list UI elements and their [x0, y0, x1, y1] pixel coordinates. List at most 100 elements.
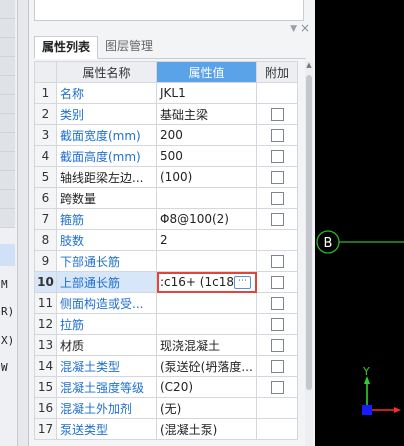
property-row[interactable]: 6 跨数量 [34, 187, 298, 209]
property-row[interactable]: 2 类别 基础主梁 [34, 103, 298, 125]
attach-column-header[interactable]: 附加 [256, 61, 298, 83]
strip-button[interactable] [0, 171, 15, 190]
property-value-text: 200 [160, 128, 183, 142]
strip-button[interactable] [0, 76, 15, 95]
vertical-scrollbar[interactable]: ▲ [305, 61, 313, 446]
property-value-text: Φ8@100(2) [160, 212, 229, 226]
attach-checkbox[interactable] [270, 213, 284, 226]
property-row[interactable]: 11 侧面构造或受... [34, 292, 298, 314]
property-name[interactable]: 下部通长筋 [56, 250, 157, 272]
property-row[interactable]: 5 轴线距梁左边... (100) [34, 166, 298, 188]
strip-button[interactable] [0, 95, 15, 114]
property-name-column-header[interactable]: 属性名称 [56, 61, 157, 83]
property-name[interactable]: 混凝土强度等级 [56, 376, 157, 398]
attach-checkbox[interactable] [270, 150, 284, 163]
property-value[interactable] [156, 313, 257, 335]
tab-property-list[interactable]: 属性列表 [34, 36, 99, 59]
attach-checkbox[interactable] [270, 255, 284, 268]
property-value[interactable]: 2 [156, 229, 257, 251]
property-name[interactable]: 侧面构造或受... [56, 292, 157, 314]
property-name[interactable]: 截面宽度(mm) [56, 124, 157, 146]
property-value[interactable]: (100) [156, 166, 257, 188]
strip-button[interactable] [0, 152, 15, 171]
property-name[interactable]: 轴线距梁左边... [56, 166, 157, 188]
row-index: 17 [34, 418, 57, 440]
property-value-column-header[interactable]: 属性值 [156, 61, 257, 83]
property-name[interactable]: 箍筋 [56, 208, 157, 230]
attach-checkbox[interactable] [270, 192, 284, 205]
strip-button[interactable] [0, 57, 15, 76]
property-row[interactable]: 15 混凝土强度等级 (C20) [34, 376, 298, 398]
property-name[interactable]: 截面高度(mm) [56, 145, 157, 167]
property-name[interactable]: 拉筋 [56, 313, 157, 335]
property-name[interactable]: 混凝土外加剂 [56, 397, 157, 419]
property-value[interactable]: (泵送砼(坍落度... [156, 355, 257, 377]
property-row[interactable]: 4 截面高度(mm) 500 [34, 145, 298, 167]
property-value-editor[interactable]: :c16+ (1c18 ⋯ [156, 271, 257, 293]
row-index: 16 [34, 397, 57, 419]
property-row[interactable]: 17 泵送类型 (混凝土泵) [34, 418, 298, 440]
row-index: 5 [34, 166, 57, 188]
property-row[interactable]: 3 截面宽度(mm) 200 [34, 124, 298, 146]
property-value[interactable]: 200 [156, 124, 257, 146]
attach-cell [256, 124, 298, 146]
property-value[interactable] [156, 292, 257, 314]
attach-cell [256, 229, 298, 251]
attach-checkbox[interactable] [270, 381, 284, 394]
property-value[interactable]: (无) [156, 397, 257, 419]
property-row[interactable]: 12 拉筋 [34, 313, 298, 335]
property-name[interactable]: 上部通长筋 [56, 271, 157, 293]
scrollbar-thumb[interactable] [306, 75, 312, 390]
property-row[interactable]: 16 混凝土外加剂 (无) [34, 397, 298, 419]
attach-checkbox[interactable] [270, 339, 284, 352]
property-value[interactable]: Φ8@100(2) [156, 208, 257, 230]
property-value[interactable]: (C20) [156, 376, 257, 398]
row-index: 8 [34, 229, 57, 251]
attach-checkbox[interactable] [270, 318, 284, 331]
strip-button[interactable] [0, 190, 15, 209]
property-row[interactable]: 9 下部通长筋 [34, 250, 298, 272]
property-name[interactable]: 名称 [56, 82, 157, 104]
ellipsis-button[interactable]: ⋯ [234, 276, 251, 289]
drawing-canvas[interactable]: B Y [315, 0, 404, 446]
attach-checkbox[interactable] [270, 129, 284, 142]
y-axis-label: Y [362, 365, 370, 378]
strip-button[interactable] [0, 114, 15, 133]
strip-selected-item[interactable] [0, 244, 15, 266]
attach-cell [256, 187, 298, 209]
property-row[interactable]: 14 混凝土类型 (泵送砼(坍落度... [34, 355, 298, 377]
property-name[interactable]: 混凝土类型 [56, 355, 157, 377]
strip-button[interactable] [0, 209, 15, 228]
tab-layer-management[interactable]: 图层管理 [98, 36, 160, 57]
property-name[interactable]: 类别 [56, 103, 157, 125]
property-row[interactable]: 7 箍筋 Φ8@100(2) [34, 208, 298, 230]
property-value[interactable]: (混凝土泵) [156, 418, 257, 440]
property-value[interactable]: JKL1 [156, 82, 257, 104]
property-name[interactable]: 泵送类型 [56, 418, 157, 440]
property-value[interactable] [156, 187, 257, 209]
property-value[interactable]: 500 [156, 145, 257, 167]
property-name[interactable]: 肢数 [56, 229, 157, 251]
strip-button[interactable] [0, 38, 15, 57]
strip-button[interactable] [0, 133, 15, 152]
close-icon[interactable]: × [300, 21, 310, 35]
row-index: 2 [34, 103, 57, 125]
property-row[interactable]: 8 肢数 2 [34, 229, 298, 251]
property-name[interactable]: 材质 [56, 334, 157, 356]
attach-checkbox[interactable] [270, 360, 284, 373]
property-name[interactable]: 跨数量 [56, 187, 157, 209]
pin-icon[interactable]: ▼ [290, 24, 297, 34]
attach-checkbox[interactable] [270, 297, 284, 310]
property-value[interactable]: 现浇混凝土 [156, 334, 257, 356]
property-row[interactable]: 10 上部通长筋:c16+ (1c18 ⋯ [34, 271, 298, 293]
property-row[interactable]: 13 材质 现浇混凝土 [34, 334, 298, 356]
attach-checkbox[interactable] [270, 276, 284, 289]
property-value[interactable] [156, 250, 257, 272]
attach-checkbox[interactable] [270, 108, 284, 121]
strip-button[interactable] [0, 0, 15, 19]
property-value[interactable]: 基础主梁 [156, 103, 257, 125]
scroll-up-icon[interactable]: ▲ [305, 61, 313, 69]
attach-checkbox[interactable] [270, 171, 284, 184]
strip-button[interactable] [0, 19, 15, 38]
property-row[interactable]: 1 名称 JKL1 [34, 82, 298, 104]
